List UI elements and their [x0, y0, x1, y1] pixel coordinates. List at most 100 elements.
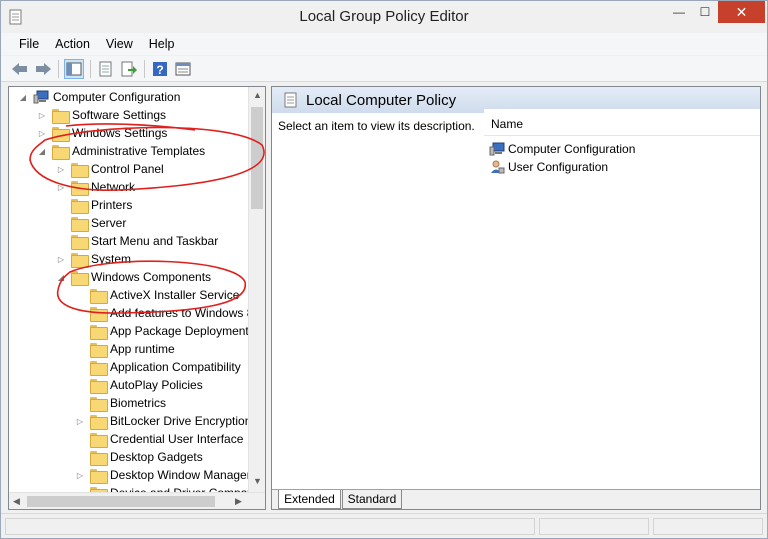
scroll-down-icon[interactable]: ▼ — [253, 476, 262, 486]
tree-item-label: Software Settings — [72, 108, 167, 122]
scroll-left-icon[interactable]: ◀ — [13, 496, 20, 507]
list-item-label: Computer Configuration — [508, 142, 636, 156]
close-button[interactable]: ✕ — [718, 1, 765, 23]
collapse-arrow-icon[interactable]: ◢ — [36, 145, 48, 157]
collapse-arrow-icon[interactable]: ◢ — [17, 91, 29, 103]
tree-item[interactable]: ▷ Software Settings — [36, 106, 166, 124]
folder-icon — [71, 216, 89, 232]
list-item-user-configuration[interactable]: User Configuration — [489, 158, 608, 176]
tree-item-label: System — [91, 252, 132, 266]
tree-item[interactable]: Add features to Windows 8 — [74, 304, 253, 322]
back-arrow-icon[interactable] — [10, 59, 30, 79]
tree-item[interactable]: ▷ Windows Settings — [36, 124, 167, 142]
tree-item[interactable]: ▷ Network — [55, 178, 135, 196]
folder-icon — [71, 198, 89, 214]
tree-item[interactable]: Server — [55, 214, 126, 232]
tree-item-label: Desktop Gadgets — [110, 450, 203, 464]
menu-action[interactable]: Action — [47, 37, 98, 51]
tree-item[interactable]: ◢ Windows Components — [55, 268, 211, 286]
minimize-button[interactable]: — — [666, 1, 692, 23]
tree-item-label: Credential User Interface — [110, 432, 244, 446]
expand-arrow-icon[interactable]: ▷ — [74, 469, 86, 481]
tree-item[interactable]: ◢ Administrative Templates — [36, 142, 205, 160]
export-list-icon[interactable] — [119, 59, 139, 79]
tree-scroll-thumb[interactable] — [251, 107, 263, 209]
folder-icon — [71, 234, 89, 250]
tree-item-label: Network — [91, 180, 136, 194]
maximize-button[interactable]: ☐ — [692, 1, 718, 23]
tree-item[interactable]: ▷ Desktop Window Manager — [74, 466, 251, 484]
window-title: Local Group Policy Editor — [299, 8, 469, 25]
tree-item[interactable]: Biometrics — [74, 394, 166, 412]
list-item-computer-configuration[interactable]: Computer Configuration — [489, 140, 635, 158]
tree-item[interactable]: Application Compatibility — [74, 358, 241, 376]
tab-standard[interactable]: Standard — [342, 490, 402, 509]
tree-item-label: Computer Configuration — [53, 90, 181, 104]
tree-item-label: Windows Components — [91, 270, 212, 284]
expand-arrow-icon[interactable]: ▷ — [55, 253, 67, 265]
tree-hscroll-thumb[interactable] — [27, 496, 215, 507]
tree-item[interactable]: Credential User Interface — [74, 430, 243, 448]
tree-item[interactable]: ActiveX Installer Service — [74, 286, 239, 304]
tree-item[interactable]: Start Menu and Taskbar — [55, 232, 218, 250]
tree-item[interactable]: Desktop Gadgets — [74, 448, 203, 466]
folder-icon — [52, 108, 70, 124]
menu-view[interactable]: View — [98, 37, 141, 51]
tree-item-label: Windows Settings — [72, 126, 168, 140]
expand-arrow-icon[interactable]: ▷ — [74, 415, 86, 427]
list-item-label: User Configuration — [508, 160, 609, 174]
tree-item[interactable]: ▷ System — [55, 250, 131, 268]
forward-arrow-icon[interactable] — [33, 59, 53, 79]
tab-extended[interactable]: Extended — [278, 490, 341, 509]
tree-item-label: BitLocker Drive Encryption — [110, 414, 252, 428]
tree-item-label: App Package Deployment — [110, 324, 249, 338]
tree-item-label: Server — [91, 216, 127, 230]
folder-icon — [52, 144, 70, 160]
scroll-right-icon[interactable]: ▶ — [235, 496, 242, 507]
show-tree-icon[interactable] — [64, 59, 84, 79]
folder-icon — [90, 468, 108, 484]
tree-item[interactable]: ▷ Control Panel — [55, 160, 164, 178]
svg-text:?: ? — [156, 63, 163, 77]
tree-item[interactable]: App runtime — [74, 340, 175, 358]
tree-item[interactable]: App Package Deployment — [74, 322, 249, 340]
tree-item[interactable]: ▷ BitLocker Drive Encryption — [74, 412, 251, 430]
menu-file[interactable]: File — [11, 37, 47, 51]
properties-icon[interactable] — [96, 59, 116, 79]
tree-pane[interactable]: ◢ Computer Configuration ▷ Software Setting… — [8, 86, 266, 510]
tree-item-label: Application Compatibility — [110, 360, 241, 374]
tree-item[interactable]: ◢ Computer Configuration — [17, 88, 180, 106]
expand-arrow-icon[interactable]: ▷ — [36, 109, 48, 121]
column-header-name[interactable]: Name — [491, 117, 523, 131]
tree-item[interactable]: AutoPlay Policies — [74, 376, 203, 394]
tree-item[interactable]: Printers — [55, 196, 132, 214]
menu-help[interactable]: Help — [141, 37, 183, 51]
filter-view-icon[interactable] — [173, 59, 193, 79]
folder-icon — [90, 396, 108, 412]
tree-item-label: AutoPlay Policies — [110, 378, 203, 392]
folder-icon — [71, 252, 89, 268]
folder-icon — [90, 450, 108, 466]
tree-item-label: Printers — [91, 198, 133, 212]
scroll-up-icon[interactable]: ▲ — [253, 90, 262, 100]
computer-config-icon — [489, 142, 505, 156]
expand-arrow-icon[interactable]: ▷ — [55, 163, 67, 175]
tree-vertical-scrollbar[interactable]: ▲ ▼ — [248, 87, 265, 492]
folder-icon — [90, 360, 108, 376]
expand-arrow-icon[interactable]: ▷ — [36, 127, 48, 139]
expand-arrow-icon[interactable]: ▷ — [55, 181, 67, 193]
tree-horizontal-scrollbar[interactable]: ◀ ▶ — [9, 492, 265, 509]
collapse-arrow-icon[interactable]: ◢ — [55, 271, 67, 283]
folder-icon — [90, 342, 108, 358]
tree-item-label: Add features to Windows 8 — [110, 306, 254, 320]
help-icon[interactable]: ? — [150, 59, 170, 79]
details-pane: Local Computer Policy Select an item to … — [271, 86, 761, 510]
details-title: Local Computer Policy — [306, 91, 457, 109]
folder-icon — [90, 306, 108, 322]
